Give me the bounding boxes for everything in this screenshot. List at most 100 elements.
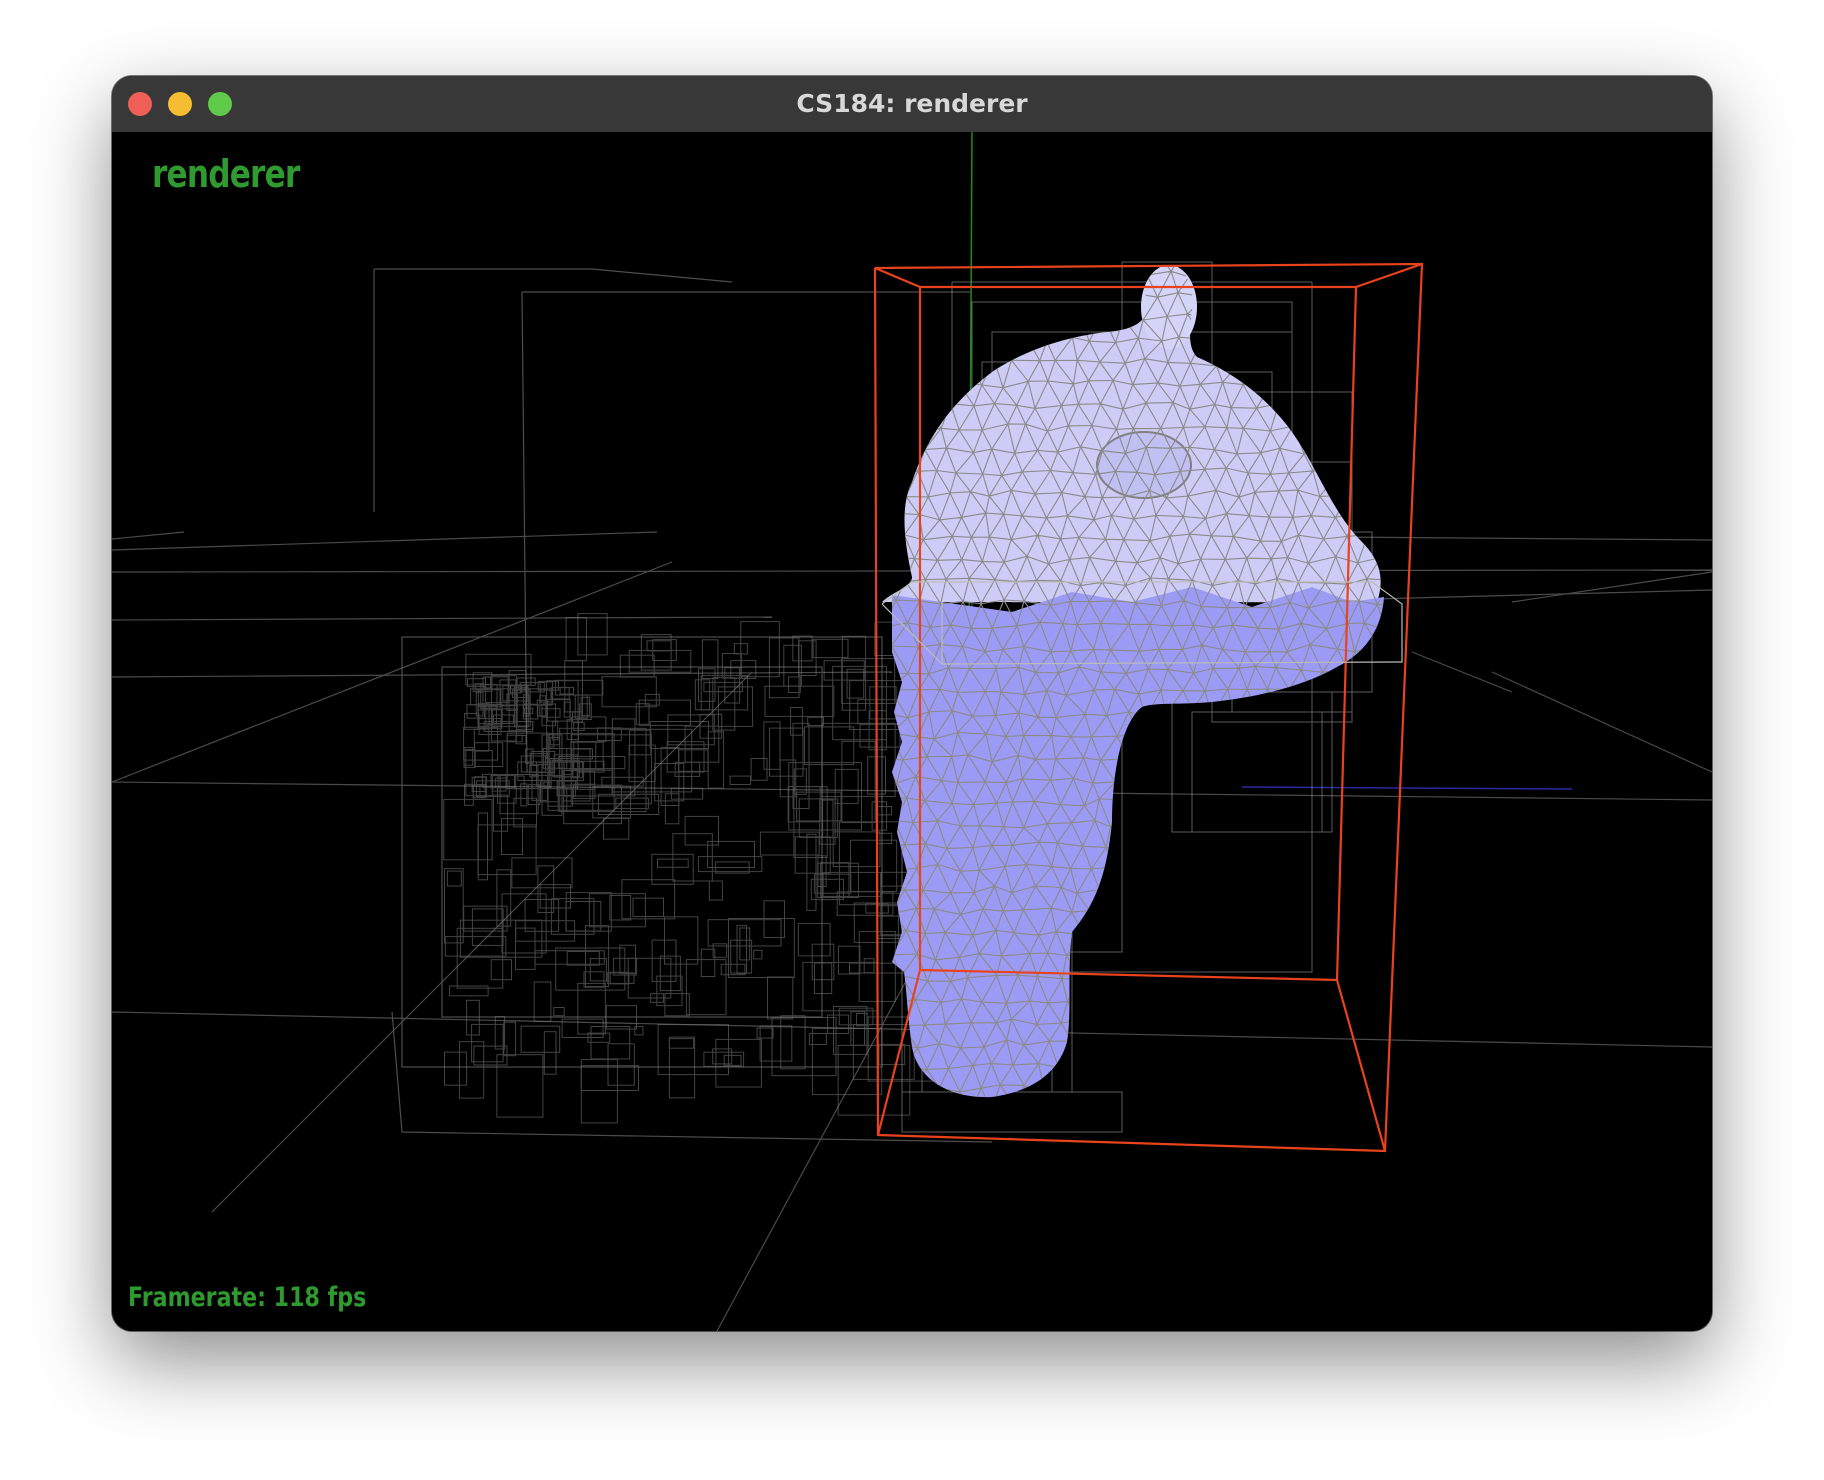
bvh-node-box xyxy=(901,1091,1123,1133)
bvh-node-box xyxy=(834,768,859,804)
bvh-node-box xyxy=(756,1027,774,1039)
bvh-node-box xyxy=(609,895,632,921)
bvh-node-box xyxy=(876,832,893,845)
bvh-node-box xyxy=(583,971,605,988)
bvh-node-box xyxy=(740,621,780,678)
bvh-node-box xyxy=(856,1013,868,1027)
bvh-node-box xyxy=(797,922,831,957)
bvh-node-box xyxy=(606,972,635,984)
bvh-node-box xyxy=(609,971,630,985)
bvh-node-box xyxy=(515,735,527,745)
bvh-node-box xyxy=(491,774,507,792)
bvh-node-box xyxy=(621,879,676,920)
bvh-node-box xyxy=(813,873,852,894)
bvh-node-box xyxy=(707,731,725,789)
bvh-node-box xyxy=(739,927,751,961)
bvh-node-box xyxy=(577,613,608,656)
bvh-node-box xyxy=(832,831,881,868)
bvh-node-box xyxy=(496,869,512,927)
bvh-node-box xyxy=(730,939,753,974)
hud-title: renderer xyxy=(152,152,300,196)
bvh-node-box xyxy=(580,1065,640,1091)
bvh-node-box xyxy=(628,649,692,673)
bvh-node-box xyxy=(763,721,781,770)
bvh-node-box xyxy=(503,1021,517,1057)
bvh-node-box xyxy=(1171,691,1333,833)
bvh-node-box xyxy=(868,710,887,751)
bvh-node-box xyxy=(471,1023,504,1063)
z-axis-line xyxy=(1241,786,1573,790)
bvh-node-box xyxy=(694,679,711,711)
bvh-node-box xyxy=(1191,711,1323,833)
bvh-cluster xyxy=(443,613,940,1124)
bvh-node-box xyxy=(466,999,480,1036)
bvh-node-box xyxy=(547,699,571,722)
scene-canvas[interactable] xyxy=(112,132,1712,1331)
bvh-node-box xyxy=(664,793,680,825)
bvh-node-box xyxy=(629,729,652,756)
bvh-node-box xyxy=(712,677,736,731)
bvh-node-box xyxy=(603,817,630,840)
bvh-node-box xyxy=(767,976,794,1020)
bvh-node-box xyxy=(446,870,462,887)
bvh-node-box xyxy=(611,728,693,793)
bvh-node-box xyxy=(822,799,834,838)
bvh-node-box xyxy=(668,1038,695,1049)
bvh-node-box xyxy=(547,788,574,807)
bvh-node-box xyxy=(672,833,713,882)
bvh-node-box xyxy=(465,653,532,686)
bvh-node-box xyxy=(496,1054,544,1118)
bvh-node-box xyxy=(473,728,490,752)
title-bar[interactable]: CS184: renderer xyxy=(112,76,1712,133)
bvh-node-box xyxy=(753,949,763,960)
render-viewport[interactable]: renderer Framerate: 118 fps xyxy=(112,132,1712,1331)
bvh-node-box xyxy=(790,707,803,736)
bvh-node-box xyxy=(501,818,523,855)
bvh-node-box xyxy=(571,716,607,743)
bvh-node-box xyxy=(477,812,488,881)
bvh-node-box xyxy=(684,815,719,846)
bvh-node-box xyxy=(463,905,508,932)
bvh-node-box xyxy=(729,775,751,785)
bvh-node-box xyxy=(863,958,875,974)
bvh-node-box xyxy=(553,1007,565,1017)
bvh-node-box xyxy=(444,936,507,957)
bvh-node-box xyxy=(444,1051,468,1086)
bvh-node-box xyxy=(541,703,557,727)
bvh-node-box xyxy=(869,686,897,720)
bvh-node-box xyxy=(550,898,595,935)
framerate-label: Framerate: 118 fps xyxy=(128,1282,367,1313)
bvh-node-box xyxy=(607,1043,635,1086)
window-title: CS184: renderer xyxy=(796,89,1028,118)
bvh-node-box xyxy=(850,839,898,892)
bvh-node-box xyxy=(759,831,820,856)
bvh-node-box xyxy=(571,748,593,760)
mesh-ear xyxy=(1141,265,1197,349)
bvh-node-box xyxy=(477,824,537,876)
bvh-node-box xyxy=(471,908,504,946)
bvh-node-box xyxy=(792,635,813,662)
bvh-node-box xyxy=(707,919,782,947)
bvh-node-box xyxy=(456,927,504,989)
bvh-node-box xyxy=(708,880,723,901)
bvh-node-box xyxy=(465,750,493,797)
bvh-node-box xyxy=(511,857,573,889)
bvh-node-box xyxy=(601,676,657,708)
bvh-node-box xyxy=(646,640,672,652)
bvh-node-box xyxy=(443,798,493,861)
bvh-node-box xyxy=(559,686,575,695)
bvh-node-box xyxy=(814,962,833,994)
bvh-node-box xyxy=(570,741,604,770)
bvh-node-box xyxy=(543,1031,557,1075)
bvh-node-box xyxy=(877,806,893,816)
bvh-node-box xyxy=(477,709,503,729)
bvh-node-box xyxy=(565,617,587,662)
bvh-node-box xyxy=(449,985,489,997)
bvh-node-box xyxy=(685,959,727,1016)
bvh-node-box xyxy=(490,959,513,981)
bvh-node-box xyxy=(664,993,690,1017)
bvh-node-box xyxy=(678,749,709,772)
bvh-node-box xyxy=(807,716,825,726)
bvh-node-box xyxy=(817,862,859,899)
bvh-node-box xyxy=(804,726,855,766)
